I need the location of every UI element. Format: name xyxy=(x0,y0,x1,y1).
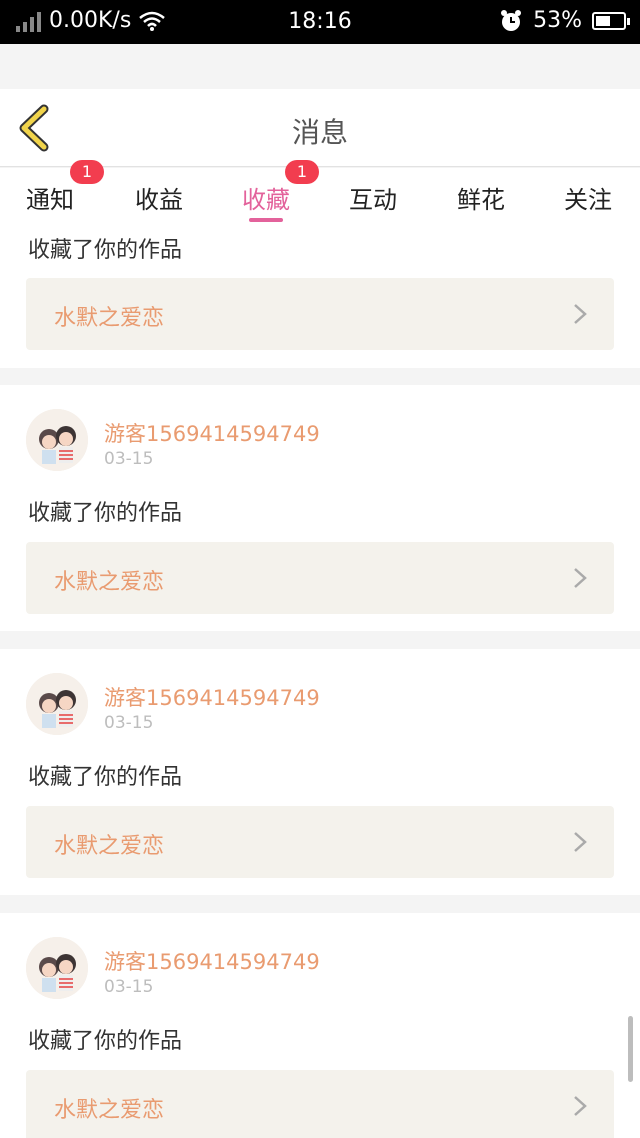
feed-item: 收藏了你的作品 水默之爱恋 xyxy=(0,230,640,368)
tab-follow[interactable]: 关注 xyxy=(538,168,638,230)
tab-label: 收益 xyxy=(135,186,183,214)
avatar[interactable] xyxy=(26,409,88,471)
status-right: 53% xyxy=(499,8,630,33)
feed-item: 游客1569414594749 03-15 收藏了你的作品 水默之爱恋 xyxy=(0,649,640,895)
screen: 0.00K/s 18:16 53% 消息 通知 1 收益 收藏 1 互动 鲜花 … xyxy=(0,0,640,1138)
chevron-right-icon xyxy=(574,1096,587,1116)
avatar-image xyxy=(26,673,88,735)
tab-badge: 1 xyxy=(285,160,319,184)
action-text: 收藏了你的作品 xyxy=(28,765,183,790)
page-title: 消息 xyxy=(291,116,348,149)
date: 03-15 xyxy=(104,977,154,997)
tab-interaction[interactable]: 互动 xyxy=(323,168,423,230)
tab-earnings[interactable]: 收益 xyxy=(109,168,209,230)
work-title: 水默之爱恋 xyxy=(54,306,165,331)
username[interactable]: 游客1569414594749 xyxy=(104,682,320,712)
work-link[interactable]: 水默之爱恋 xyxy=(26,806,614,878)
action-text: 收藏了你的作品 xyxy=(28,238,183,263)
status-bar: 0.00K/s 18:16 53% xyxy=(0,0,640,44)
tab-label: 鲜花 xyxy=(457,186,505,214)
username[interactable]: 游客1569414594749 xyxy=(104,946,320,976)
avatar-image xyxy=(26,937,88,999)
tab-label: 收藏 xyxy=(242,186,290,214)
avatar-image xyxy=(26,409,88,471)
work-title: 水默之爱恋 xyxy=(54,1098,165,1123)
avatar[interactable] xyxy=(26,673,88,735)
tab-notice[interactable]: 通知 1 xyxy=(0,160,104,230)
work-link[interactable]: 水默之爱恋 xyxy=(26,278,614,350)
tab-label: 通知 xyxy=(26,186,74,214)
tab-badge: 1 xyxy=(70,160,104,184)
feed-item: 游客1569414594749 03-15 收藏了你的作品 水默之爱恋 xyxy=(0,385,640,631)
date: 03-15 xyxy=(104,713,154,733)
work-link[interactable]: 水默之爱恋 xyxy=(26,542,614,614)
date: 03-15 xyxy=(104,449,154,469)
tab-label: 关注 xyxy=(564,186,612,214)
tab-bar: 通知 1 收益 收藏 1 互动 鲜花 关注 xyxy=(0,160,640,230)
chevron-right-icon xyxy=(574,832,587,852)
work-title: 水默之爱恋 xyxy=(54,834,165,859)
tab-active-indicator xyxy=(249,218,283,222)
username[interactable]: 游客1569414594749 xyxy=(104,418,320,448)
chevron-right-icon xyxy=(574,304,587,324)
tab-favorites[interactable]: 收藏 1 xyxy=(216,160,319,230)
alarm-icon xyxy=(501,9,522,31)
feed-item: 游客1569414594749 03-15 收藏了你的作品 水默之爱恋 xyxy=(0,913,640,1138)
work-title: 水默之爱恋 xyxy=(54,570,165,595)
tab-label: 互动 xyxy=(349,186,397,214)
header: 消息 xyxy=(0,89,640,167)
chevron-right-icon xyxy=(574,568,587,588)
battery-percent: 53% xyxy=(533,8,582,33)
action-text: 收藏了你的作品 xyxy=(28,501,183,526)
avatar[interactable] xyxy=(26,937,88,999)
work-link[interactable]: 水默之爱恋 xyxy=(26,1070,614,1138)
tab-flowers[interactable]: 鲜花 xyxy=(431,168,531,230)
battery-icon xyxy=(592,11,630,30)
action-text: 收藏了你的作品 xyxy=(28,1029,183,1054)
scrollbar[interactable] xyxy=(628,1016,633,1082)
